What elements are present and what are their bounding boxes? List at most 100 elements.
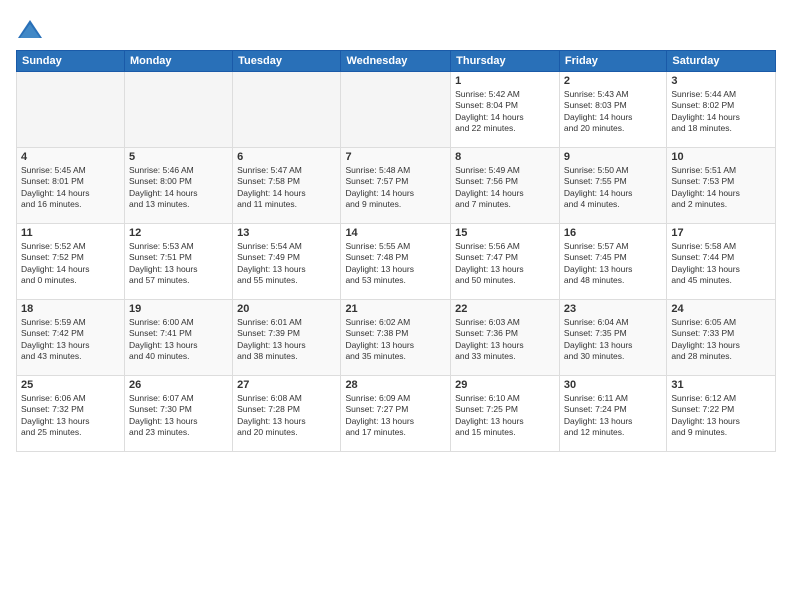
day-info: Sunrise: 6:00 AM Sunset: 7:41 PM Dayligh…: [129, 317, 228, 363]
logo-icon: [16, 16, 44, 44]
day-number: 24: [671, 303, 771, 315]
day-cell: 27 Sunrise: 6:08 AM Sunset: 7:28 PM Dayli…: [233, 376, 341, 452]
day-number: 6: [237, 151, 336, 163]
calendar-table: SundayMondayTuesdayWednesdayThursdayFrid…: [16, 50, 776, 452]
day-cell: [17, 72, 125, 148]
day-cell: 3Sunrise: 5:44 AM Sunset: 8:02 PM Daylig…: [667, 72, 776, 148]
day-cell: 15 Sunrise: 5:56 AM Sunset: 7:47 PM Dayli…: [451, 224, 560, 300]
day-cell: [233, 72, 341, 148]
day-cell: [341, 72, 451, 148]
day-cell: 24 Sunrise: 6:05 AM Sunset: 7:33 PM Dayli…: [667, 300, 776, 376]
day-number: 15: [455, 227, 555, 239]
day-info: Sunrise: 5:51 AM Sunset: 7:53 PM Dayligh…: [671, 165, 771, 211]
day-info: Sunrise: 6:11 AM Sunset: 7:24 PM Dayligh…: [564, 393, 662, 439]
day-number: 17: [671, 227, 771, 239]
day-cell: 7 Sunrise: 5:48 AM Sunset: 7:57 PM Daylig…: [341, 148, 451, 224]
day-info: Sunrise: 5:54 AM Sunset: 7:49 PM Dayligh…: [237, 241, 336, 287]
day-info: Sunrise: 5:47 AM Sunset: 7:58 PM Dayligh…: [237, 165, 336, 211]
day-cell: 2 Sunrise: 5:43 AM Sunset: 8:03 PM Daylig…: [559, 72, 666, 148]
col-header-monday: Monday: [124, 51, 232, 72]
day-cell: 6 Sunrise: 5:47 AM Sunset: 7:58 PM Daylig…: [233, 148, 341, 224]
day-number: 11: [21, 227, 120, 239]
day-info: Sunrise: 5:53 AM Sunset: 7:51 PM Dayligh…: [129, 241, 228, 287]
day-cell: 29 Sunrise: 6:10 AM Sunset: 7:25 PM Dayli…: [451, 376, 560, 452]
day-info: Sunrise: 6:04 AM Sunset: 7:35 PM Dayligh…: [564, 317, 662, 363]
day-number: 25: [21, 379, 120, 391]
col-header-saturday: Saturday: [667, 51, 776, 72]
day-cell: 9 Sunrise: 5:50 AM Sunset: 7:55 PM Daylig…: [559, 148, 666, 224]
day-cell: 19 Sunrise: 6:00 AM Sunset: 7:41 PM Dayli…: [124, 300, 232, 376]
day-cell: 17 Sunrise: 5:58 AM Sunset: 7:44 PM Dayli…: [667, 224, 776, 300]
day-cell: 5 Sunrise: 5:46 AM Sunset: 8:00 PM Daylig…: [124, 148, 232, 224]
day-number: 27: [237, 379, 336, 391]
col-header-tuesday: Tuesday: [233, 51, 341, 72]
day-cell: 30Sunrise: 6:11 AM Sunset: 7:24 PM Dayli…: [559, 376, 666, 452]
day-cell: 20 Sunrise: 6:01 AM Sunset: 7:39 PM Dayli…: [233, 300, 341, 376]
day-number: 19: [129, 303, 228, 315]
day-info: Sunrise: 6:12 AM Sunset: 7:22 PM Dayligh…: [671, 393, 771, 439]
day-cell: 22Sunrise: 6:03 AM Sunset: 7:36 PM Dayli…: [451, 300, 560, 376]
day-cell: 23 Sunrise: 6:04 AM Sunset: 7:35 PM Dayli…: [559, 300, 666, 376]
day-number: 14: [345, 227, 446, 239]
day-info: Sunrise: 5:56 AM Sunset: 7:47 PM Dayligh…: [455, 241, 555, 287]
day-info: Sunrise: 5:45 AM Sunset: 8:01 PM Dayligh…: [21, 165, 120, 211]
day-info: Sunrise: 5:48 AM Sunset: 7:57 PM Dayligh…: [345, 165, 446, 211]
day-info: Sunrise: 6:05 AM Sunset: 7:33 PM Dayligh…: [671, 317, 771, 363]
day-number: 2: [564, 75, 662, 87]
day-cell: 1 Sunrise: 5:42 AM Sunset: 8:04 PM Daylig…: [451, 72, 560, 148]
day-info: Sunrise: 5:50 AM Sunset: 7:55 PM Dayligh…: [564, 165, 662, 211]
day-cell: 10 Sunrise: 5:51 AM Sunset: 7:53 PM Dayli…: [667, 148, 776, 224]
day-number: 29: [455, 379, 555, 391]
header-row: SundayMondayTuesdayWednesdayThursdayFrid…: [17, 51, 776, 72]
col-header-friday: Friday: [559, 51, 666, 72]
day-cell: 11 Sunrise: 5:52 AM Sunset: 7:52 PM Dayli…: [17, 224, 125, 300]
day-cell: 13Sunrise: 5:54 AM Sunset: 7:49 PM Dayli…: [233, 224, 341, 300]
day-number: 31: [671, 379, 771, 391]
day-number: 3: [671, 75, 771, 87]
page: SundayMondayTuesdayWednesdayThursdayFrid…: [0, 0, 792, 612]
day-number: 23: [564, 303, 662, 315]
day-number: 20: [237, 303, 336, 315]
day-info: Sunrise: 6:01 AM Sunset: 7:39 PM Dayligh…: [237, 317, 336, 363]
day-number: 28: [345, 379, 446, 391]
day-cell: 4 Sunrise: 5:45 AM Sunset: 8:01 PM Daylig…: [17, 148, 125, 224]
day-cell: 31 Sunrise: 6:12 AM Sunset: 7:22 PM Dayli…: [667, 376, 776, 452]
day-info: Sunrise: 6:08 AM Sunset: 7:28 PM Dayligh…: [237, 393, 336, 439]
day-info: Sunrise: 5:58 AM Sunset: 7:44 PM Dayligh…: [671, 241, 771, 287]
day-cell: 18 Sunrise: 5:59 AM Sunset: 7:42 PM Dayli…: [17, 300, 125, 376]
day-cell: 12 Sunrise: 5:53 AM Sunset: 7:51 PM Dayli…: [124, 224, 232, 300]
day-number: 5: [129, 151, 228, 163]
day-number: 22: [455, 303, 555, 315]
day-cell: [124, 72, 232, 148]
day-number: 7: [345, 151, 446, 163]
day-number: 16: [564, 227, 662, 239]
day-info: Sunrise: 5:46 AM Sunset: 8:00 PM Dayligh…: [129, 165, 228, 211]
day-cell: 16Sunrise: 5:57 AM Sunset: 7:45 PM Dayli…: [559, 224, 666, 300]
day-cell: 28Sunrise: 6:09 AM Sunset: 7:27 PM Dayli…: [341, 376, 451, 452]
day-number: 26: [129, 379, 228, 391]
day-number: 1: [455, 75, 555, 87]
col-header-wednesday: Wednesday: [341, 51, 451, 72]
day-info: Sunrise: 5:52 AM Sunset: 7:52 PM Dayligh…: [21, 241, 120, 287]
day-number: 4: [21, 151, 120, 163]
day-number: 10: [671, 151, 771, 163]
day-number: 8: [455, 151, 555, 163]
col-header-sunday: Sunday: [17, 51, 125, 72]
day-number: 18: [21, 303, 120, 315]
col-header-thursday: Thursday: [451, 51, 560, 72]
week-row-4: 18 Sunrise: 5:59 AM Sunset: 7:42 PM Dayli…: [17, 300, 776, 376]
day-info: Sunrise: 5:42 AM Sunset: 8:04 PM Dayligh…: [455, 89, 555, 135]
day-info: Sunrise: 6:02 AM Sunset: 7:38 PM Dayligh…: [345, 317, 446, 363]
day-info: Sunrise: 5:59 AM Sunset: 7:42 PM Dayligh…: [21, 317, 120, 363]
day-info: Sunrise: 6:10 AM Sunset: 7:25 PM Dayligh…: [455, 393, 555, 439]
day-cell: 25 Sunrise: 6:06 AM Sunset: 7:32 PM Dayli…: [17, 376, 125, 452]
week-row-1: 1 Sunrise: 5:42 AM Sunset: 8:04 PM Daylig…: [17, 72, 776, 148]
day-cell: 26Sunrise: 6:07 AM Sunset: 7:30 PM Dayli…: [124, 376, 232, 452]
day-info: Sunrise: 5:43 AM Sunset: 8:03 PM Dayligh…: [564, 89, 662, 135]
logo: [16, 16, 48, 44]
day-number: 12: [129, 227, 228, 239]
day-info: Sunrise: 6:06 AM Sunset: 7:32 PM Dayligh…: [21, 393, 120, 439]
day-cell: 14Sunrise: 5:55 AM Sunset: 7:48 PM Dayli…: [341, 224, 451, 300]
day-number: 9: [564, 151, 662, 163]
week-row-2: 4 Sunrise: 5:45 AM Sunset: 8:01 PM Daylig…: [17, 148, 776, 224]
